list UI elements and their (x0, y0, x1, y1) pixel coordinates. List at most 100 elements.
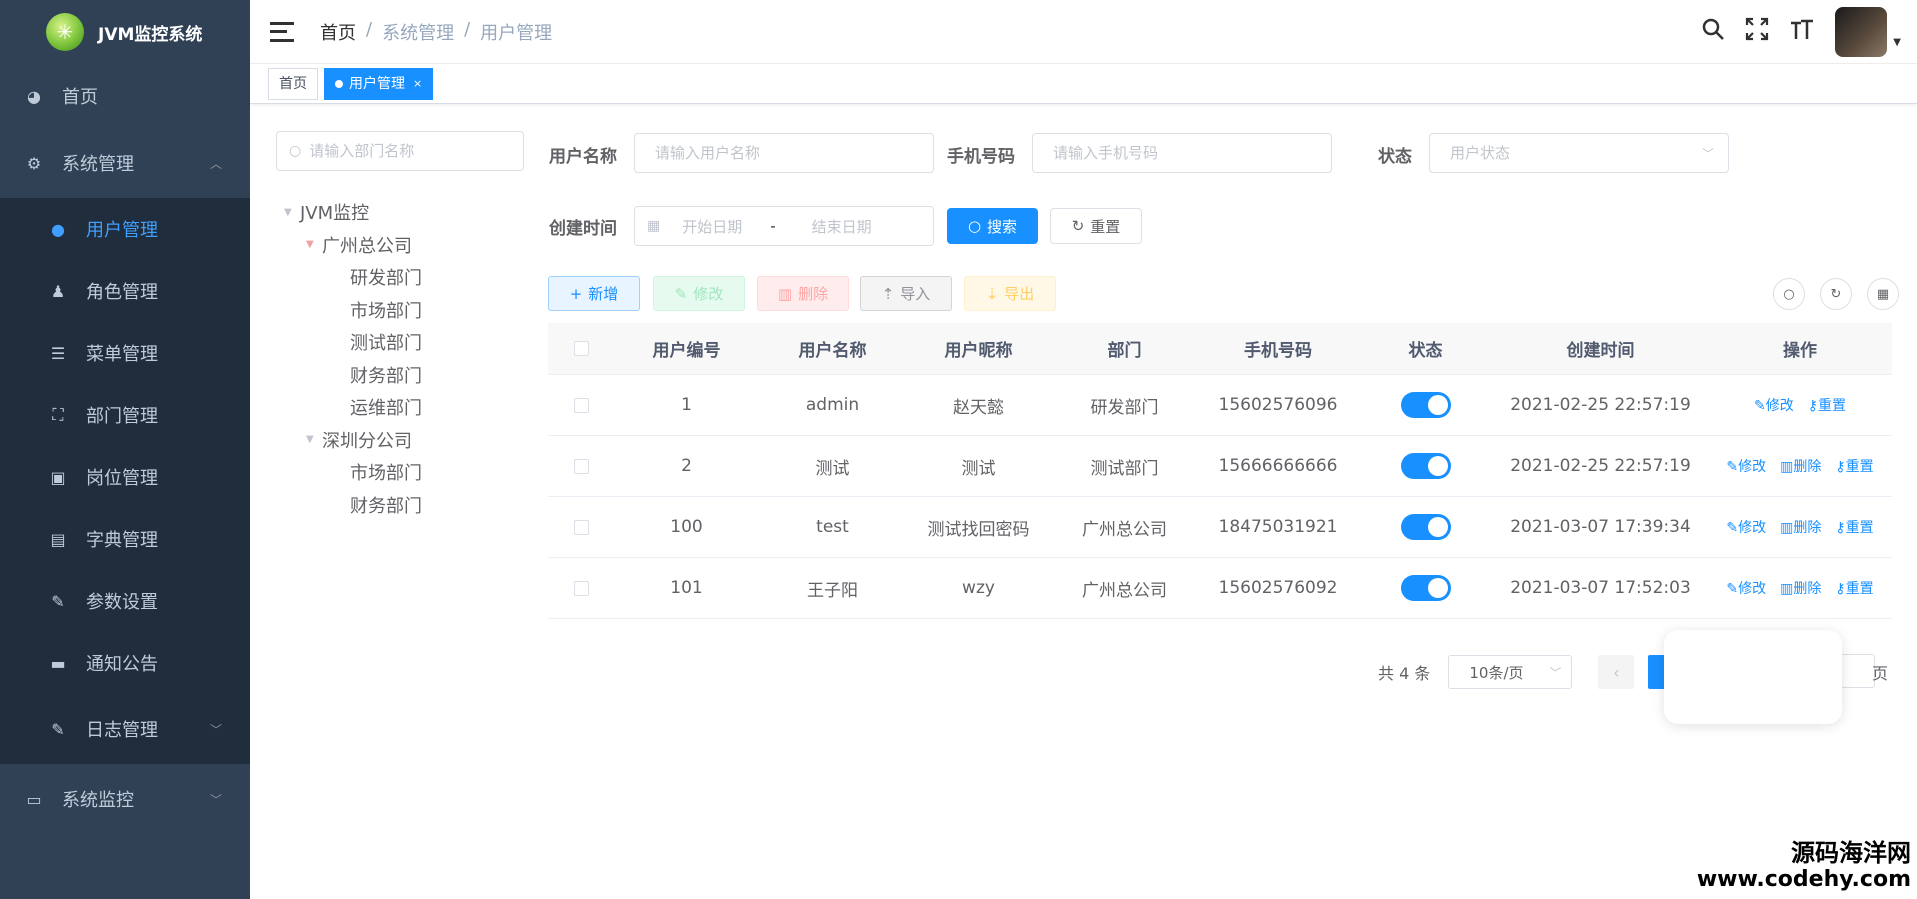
tree-node-label: 测试部门 (350, 333, 422, 355)
sidebar-item-logs[interactable]: ✎ 日志管理 ﹀ (0, 694, 250, 764)
sidebar-item-users[interactable]: ● 用户管理 (0, 198, 250, 260)
row-delete-link[interactable]: ▥删除 (1780, 578, 1821, 598)
sidebar-item-home[interactable]: ◕ 首页 (0, 64, 250, 128)
sidebar-item-monitor[interactable]: ▭ 系统监控 ﹀ (0, 764, 250, 834)
select-all-checkbox[interactable] (548, 341, 614, 356)
row-edit-link[interactable]: ✎修改 (1726, 456, 1766, 476)
caret-down-icon[interactable]: ▼ (284, 207, 300, 218)
fullscreen-icon[interactable] (1745, 17, 1769, 47)
status-select-input[interactable] (1450, 144, 1728, 162)
row-checkbox[interactable] (548, 519, 614, 535)
tree-node-label: 市场部门 (350, 463, 422, 485)
status-switch[interactable] (1358, 453, 1493, 479)
sidebar-item-roles[interactable]: ♟ 角色管理 (0, 260, 250, 322)
date-range-picker[interactable]: ▦ 开始日期 - 结束日期 (634, 206, 934, 246)
caret-down-icon[interactable]: ▼ (1893, 37, 1901, 48)
chevron-down-icon: ﹀ (1549, 665, 1562, 680)
breadcrumb-home[interactable]: 首页 (320, 19, 356, 45)
tree-node-sz[interactable]: ▼ 深圳分公司 (284, 424, 422, 457)
page-size-select[interactable]: 10条/页 ﹀ (1448, 655, 1573, 689)
status-switch[interactable] (1358, 514, 1493, 540)
tree-node-gz-rd[interactable]: 研发部门 (284, 261, 422, 294)
sidebar-item-notice[interactable]: ▬ 通知公告 (0, 632, 250, 694)
row-reset-password-link[interactable]: ⚷重置 (1835, 456, 1873, 476)
toggle-search-button[interactable]: ○ (1773, 278, 1805, 310)
sidebar-item-menus[interactable]: ☰ 菜单管理 (0, 322, 250, 384)
caret-down-icon[interactable]: ▼ (306, 239, 322, 250)
row-checkbox[interactable] (548, 580, 614, 596)
phone-field[interactable] (1032, 133, 1332, 173)
import-button[interactable]: ⇡ 导入 (860, 276, 952, 311)
search-button-label: 搜索 (987, 217, 1018, 236)
row-checkbox[interactable] (548, 397, 614, 413)
tree-node-gz-ops[interactable]: 运维部门 (284, 391, 422, 424)
delete-button[interactable]: ▥ 删除 (757, 276, 849, 311)
add-button[interactable]: + 新增 (548, 276, 640, 311)
page-size-value: 10条/页 (1469, 663, 1524, 682)
tree-node-sz-mk[interactable]: 市场部门 (284, 456, 422, 489)
prev-page-button[interactable]: ‹ (1598, 655, 1635, 689)
row-edit-link[interactable]: ✎修改 (1726, 578, 1766, 598)
search-button[interactable]: ○ 搜索 (947, 208, 1038, 244)
row-checkbox[interactable] (548, 458, 614, 474)
monitor-icon: ▭ (26, 789, 42, 809)
status-select[interactable]: ﹀ (1429, 133, 1729, 173)
edit-button[interactable]: ✎ 修改 (653, 276, 745, 311)
username-field[interactable] (634, 133, 934, 173)
row-reset-password-link[interactable]: ⚷重置 (1808, 395, 1846, 415)
table-row: 100 test 测试找回密码 广州总公司 18475031921 2021-03-07 … (548, 497, 1892, 558)
status-switch[interactable] (1358, 392, 1493, 418)
row-reset-password-link[interactable]: ⚷重置 (1835, 578, 1873, 598)
status-switch[interactable] (1358, 575, 1493, 601)
start-date-input[interactable]: 开始日期 (682, 216, 742, 237)
row-delete-link[interactable]: ▥删除 (1780, 517, 1821, 537)
tree-node-sz-fin[interactable]: 财务部门 (284, 489, 422, 522)
dept-search-field[interactable]: ○ (276, 131, 524, 171)
cell-nick: 测试找回密码 (927, 519, 1030, 540)
refresh-button[interactable]: ↻ (1820, 278, 1852, 310)
sidebar-item-label: 菜单管理 (86, 344, 158, 365)
tree-node-gz-mk[interactable]: 市场部门 (284, 294, 422, 327)
row-reset-password-link[interactable]: ⚷重置 (1835, 517, 1873, 537)
row-delete-link[interactable]: ▥删除 (1780, 456, 1821, 476)
calendar-icon: ▦ (647, 218, 661, 234)
dept-search-input[interactable] (309, 142, 510, 160)
caret-down-icon[interactable]: ▼ (306, 434, 322, 445)
goto-page-input[interactable] (1839, 654, 1875, 688)
table-row: 1 admin 赵天懿 研发部门 15602576096 2021-02-25 22:57… (548, 375, 1892, 436)
sidebar-item-dict[interactable]: ▤ 字典管理 (0, 508, 250, 570)
tree-node-gz-fin[interactable]: 财务部门 (284, 359, 422, 392)
end-date-input[interactable]: 结束日期 (812, 216, 872, 237)
app-logo[interactable]: ✳ JVM监控系统 (0, 0, 250, 64)
font-size-icon[interactable] (1789, 17, 1815, 47)
tag-label: 用户管理 (349, 75, 405, 92)
phone-input[interactable] (1053, 144, 1331, 162)
tree-node-gz-qa[interactable]: 测试部门 (284, 326, 422, 359)
edit-icon: ✎ (674, 284, 688, 303)
header-time: 创建时间 (1566, 341, 1635, 361)
tree-node-gz[interactable]: ▼ 广州总公司 (284, 229, 422, 262)
range-separator: - (770, 217, 776, 235)
tag-home[interactable]: 首页 (268, 67, 318, 100)
sidebar-item-config[interactable]: ✎ 参数设置 (0, 570, 250, 632)
cell-phone: 15666666666 (1218, 456, 1338, 476)
sidebar-item-system[interactable]: ⚙ 系统管理 ︿ (0, 128, 250, 198)
avatar[interactable] (1835, 7, 1888, 57)
row-edit-link[interactable]: ✎修改 (1754, 395, 1794, 415)
hamburger-icon[interactable] (270, 21, 294, 42)
reset-button[interactable]: ↻ 重置 (1050, 208, 1142, 244)
sidebar-item-posts[interactable]: ▣ 岗位管理 (0, 446, 250, 508)
sidebar-item-depts[interactable]: ⛶ 部门管理 (0, 384, 250, 446)
tree-node-root[interactable]: ▼ JVM监控 (284, 196, 422, 229)
export-button[interactable]: ⇣ 导出 (964, 276, 1056, 311)
columns-button[interactable]: ▦ (1867, 278, 1899, 310)
close-icon[interactable]: × (413, 69, 422, 99)
header-status: 状态 (1408, 341, 1443, 361)
tag-users[interactable]: 用户管理 × (324, 67, 434, 100)
row-edit-link[interactable]: ✎修改 (1726, 517, 1766, 537)
download-icon: ⇣ (985, 284, 999, 303)
search-icon[interactable] (1701, 17, 1725, 47)
active-dot-icon (335, 79, 343, 88)
tree-node-label: 研发部门 (350, 268, 422, 290)
username-input[interactable] (655, 144, 933, 162)
